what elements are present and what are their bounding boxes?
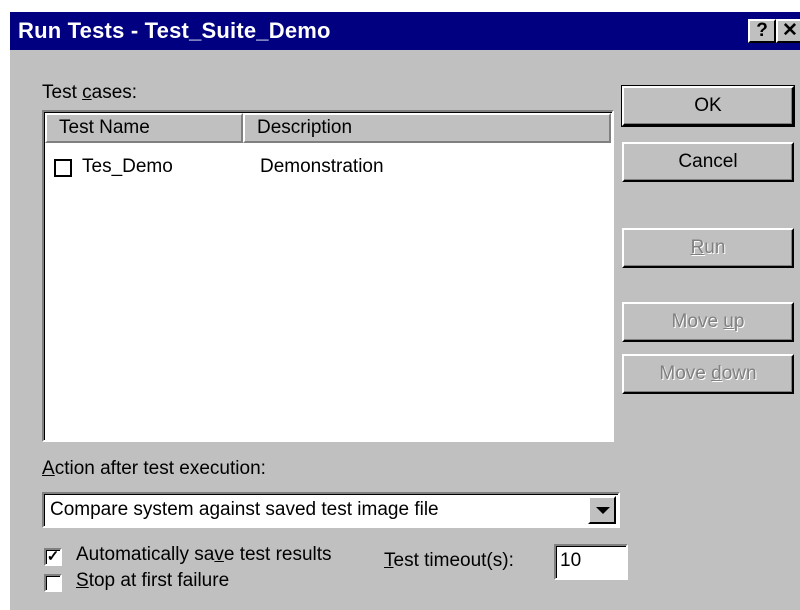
ok-button[interactable]: OK [621,85,795,127]
label-part: Test [42,82,83,103]
label-accel: A [42,458,55,479]
label-part: est timeout(s): [393,550,514,571]
timeout-label: Test timeout(s): [384,550,514,572]
label-part: e test results [223,544,332,565]
auto-save-label[interactable]: Automatically save test results [76,544,332,566]
move-down-button[interactable]: Move down [622,354,794,394]
stop-at-first-failure-label[interactable]: Stop at first failure [76,570,229,592]
label-accel: S [76,570,89,591]
chevron-down-icon[interactable] [588,496,616,524]
label-part: Move [671,311,724,332]
label-part: own [721,363,757,384]
label-part: Automatically sa [76,544,215,565]
test-case-description: Demonstration [260,156,384,177]
stop-at-first-failure-checkbox[interactable] [44,574,62,592]
move-up-button[interactable]: Move up [622,302,794,342]
auto-save-checkbox[interactable]: ✓ [44,548,62,566]
test-case-checkbox[interactable] [54,159,72,177]
run-button[interactable]: Run [622,228,794,268]
accel: u [723,311,734,332]
action-dropdown[interactable]: Compare system against saved test image … [42,492,620,528]
list-item[interactable]: Tes_Demo Demonstration [54,156,594,182]
accel: R [690,237,705,258]
close-icon[interactable]: ✕ [776,19,800,43]
help-button[interactable]: ? [748,19,776,43]
label-part: ases: [91,82,138,103]
label-accel: v [214,544,224,565]
accel: d [711,363,722,384]
label-accel: T [384,550,394,571]
test-cases-list[interactable]: Test Name Description Tes_Demo Demonstra… [42,110,614,442]
column-header-description[interactable]: Description [243,113,611,143]
label-part: Move [659,363,712,384]
test-case-name: Tes_Demo [82,156,173,177]
label-part: un [704,237,726,258]
run-tests-dialog: Run Tests - Test_Suite_Demo ? ✕ Test cas… [8,10,800,610]
cancel-button[interactable]: Cancel [622,142,794,182]
title-bar: Run Tests - Test_Suite_Demo ? ✕ [10,12,800,50]
timeout-input[interactable]: 10 [554,544,628,580]
column-header-test-name[interactable]: Test Name [45,113,243,143]
label-part: ction after test execution: [54,458,266,479]
window-title: Run Tests - Test_Suite_Demo [18,18,331,43]
label-part: top at first failure [88,570,230,591]
list-header: Test Name Description [45,113,611,143]
action-label: Action after test execution: [42,458,266,480]
label-part: p [733,311,745,332]
label-accel: c [82,82,92,103]
test-cases-label: Test cases: [42,82,137,104]
action-selected: Compare system against saved test image … [50,499,439,520]
